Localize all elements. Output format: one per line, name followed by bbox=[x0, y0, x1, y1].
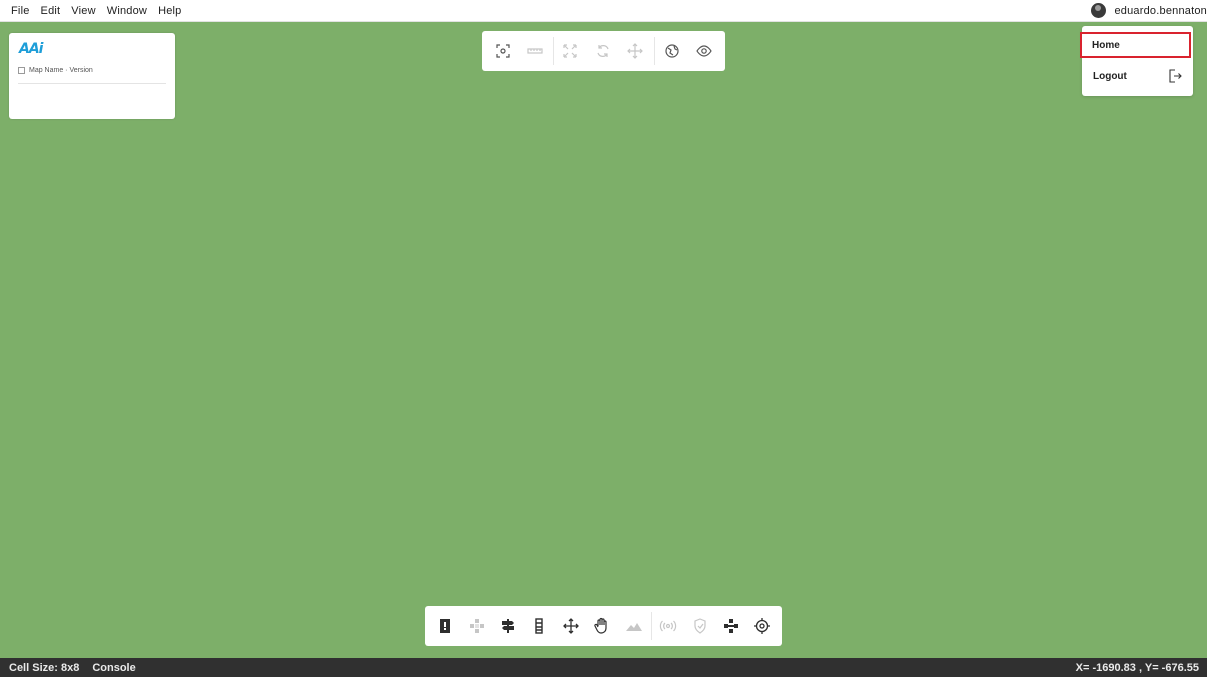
menu-bar: File Edit View Window Help eduardo.benna… bbox=[0, 0, 1207, 22]
focus-icon[interactable] bbox=[495, 43, 511, 59]
map-info-panel: AAi Map Name · Version bbox=[9, 33, 175, 119]
app-logo: AAi bbox=[19, 41, 43, 57]
move-icon[interactable] bbox=[627, 43, 643, 59]
broadcast-icon[interactable] bbox=[659, 617, 677, 635]
signpost-icon[interactable] bbox=[499, 617, 517, 635]
menu-file[interactable]: File bbox=[11, 5, 30, 17]
eye-icon[interactable] bbox=[696, 43, 712, 59]
map-canvas[interactable] bbox=[0, 22, 1207, 658]
map-icon bbox=[18, 67, 25, 74]
hand-icon[interactable] bbox=[593, 617, 611, 635]
mountain-icon[interactable] bbox=[625, 617, 643, 635]
logout-menu-item[interactable]: Logout bbox=[1082, 65, 1193, 89]
map-name-label: Map Name · Version bbox=[29, 67, 93, 74]
view-toolbar bbox=[482, 31, 725, 71]
cursor-coordinates: X= -1690.83 , Y= -676.55 bbox=[1075, 661, 1199, 674]
toolbar-separator bbox=[651, 612, 652, 640]
menu-help[interactable]: Help bbox=[158, 5, 181, 17]
logout-label: Logout bbox=[1093, 71, 1127, 82]
menu-view[interactable]: View bbox=[71, 5, 95, 17]
route-icon[interactable] bbox=[722, 617, 740, 635]
expand-icon[interactable] bbox=[562, 43, 578, 59]
home-label: Home bbox=[1092, 40, 1120, 51]
target-icon[interactable] bbox=[753, 617, 771, 635]
cell-size-label[interactable]: Cell Size: 8x8 bbox=[9, 662, 79, 674]
rotate-icon[interactable] bbox=[595, 43, 611, 59]
toolbar-separator bbox=[654, 37, 655, 65]
tools-toolbar bbox=[425, 606, 782, 646]
user-account[interactable]: eduardo.bennaton bbox=[1091, 0, 1207, 21]
door-icon[interactable] bbox=[436, 617, 454, 635]
globe-icon[interactable] bbox=[664, 43, 680, 59]
console-button[interactable]: Console bbox=[92, 662, 135, 674]
menu-edit[interactable]: Edit bbox=[41, 5, 61, 17]
avatar[interactable] bbox=[1091, 3, 1107, 18]
ruler-icon[interactable] bbox=[527, 43, 543, 59]
menu-window[interactable]: Window bbox=[107, 5, 147, 17]
map-name-row[interactable]: Map Name · Version bbox=[18, 67, 93, 74]
column-icon[interactable] bbox=[530, 617, 548, 635]
logout-icon bbox=[1169, 69, 1182, 83]
user-dropdown-menu: Home Logout bbox=[1080, 26, 1193, 96]
toolbar-separator bbox=[553, 37, 554, 65]
status-bar: Cell Size: 8x8 Console X= -1690.83 , Y= … bbox=[0, 658, 1207, 677]
divider bbox=[18, 83, 166, 84]
cross-tiles-icon[interactable] bbox=[468, 617, 486, 635]
home-menu-item[interactable]: Home bbox=[1080, 32, 1191, 58]
shield-icon[interactable] bbox=[691, 617, 709, 635]
move-icon[interactable] bbox=[562, 617, 580, 635]
username[interactable]: eduardo.bennaton bbox=[1114, 5, 1207, 17]
